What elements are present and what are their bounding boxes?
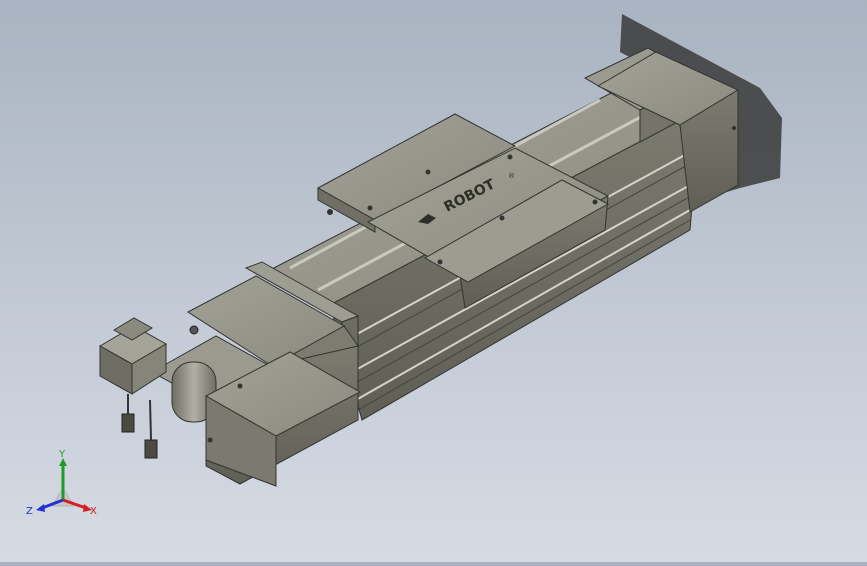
3d-viewport[interactable]: ROBOT ® [0,0,867,562]
z-axis-label: Z [26,506,33,517]
servo-motor [98,317,168,459]
x-axis-label: X [90,506,97,517]
brand-registered-mark: ® [508,172,515,180]
coupling-housing [150,335,362,487]
view-orientation-triad[interactable]: Y X Z [22,448,112,528]
y-axis-label: Y [58,449,66,460]
